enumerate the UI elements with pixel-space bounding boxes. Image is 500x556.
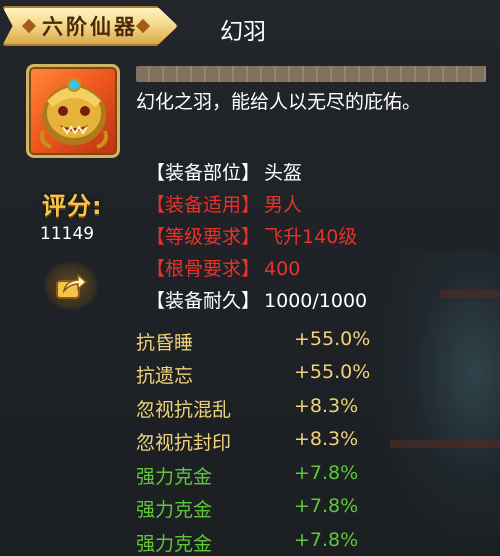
attribute-row: 【装备部位】 头盔: [146, 158, 302, 185]
bonus-name: 强力克金: [136, 499, 213, 521]
attribute-key: 【等级要求】: [146, 226, 261, 248]
bonus-value: +7.8%: [294, 495, 359, 517]
bonus-value: +7.8%: [294, 529, 359, 551]
bonus-value: +8.3%: [294, 428, 359, 450]
bonus-name: 强力克金: [136, 533, 213, 555]
ornament-icon: [135, 18, 151, 34]
rank-label: 六阶仙器: [42, 15, 138, 39]
item-icon-frame: [26, 64, 120, 158]
bonus-name: 强力克金: [136, 466, 213, 488]
attribute-key: 【装备耐久】: [146, 290, 261, 312]
bonus-value: +55.0%: [294, 328, 371, 350]
bonus-name: 忽视抗封印: [136, 432, 232, 454]
attribute-row: 【装备适用】 男人: [146, 190, 302, 217]
attribute-value: 头盔: [264, 162, 303, 184]
rank-tag: 六阶仙器: [2, 6, 178, 46]
attribute-row: 【等级要求】 飞升140级: [146, 222, 357, 249]
bonus-name: 抗昏睡: [136, 332, 194, 354]
share-arrow-icon: [56, 273, 88, 299]
attribute-key: 【根骨要求】: [146, 258, 261, 280]
bonus-name: 忽视抗混乱: [136, 399, 232, 421]
description-band: [136, 66, 486, 82]
score-value: 11149: [40, 224, 95, 244]
bonus-value: +8.3%: [294, 395, 359, 417]
bonus-value: +7.8%: [294, 462, 359, 484]
item-tooltip-panel: 六阶仙器 幻羽 幻化之羽，能给人以无尽的庇佑。 评分: 11149 【装备部位】…: [0, 0, 500, 556]
golden-lion-helmet-icon: [40, 78, 108, 149]
attribute-key: 【装备适用】: [146, 194, 261, 216]
score-label: 评分:: [42, 192, 103, 220]
attribute-value: 男人: [264, 194, 303, 216]
attribute-row: 【装备耐久】 1000/1000: [146, 286, 367, 313]
share-button[interactable]: [44, 262, 98, 310]
attribute-key: 【装备部位】: [146, 162, 261, 184]
item-name: 幻羽: [220, 19, 266, 45]
attribute-value: 400: [264, 258, 301, 280]
attribute-value: 1000/1000: [264, 290, 368, 312]
background-bar: [440, 290, 500, 298]
item-description: 幻化之羽，能给人以无尽的庇佑。: [136, 91, 422, 113]
background-bar: [390, 440, 500, 448]
attribute-value: 飞升140级: [264, 226, 358, 248]
ornament-icon: [21, 18, 37, 34]
bonus-name: 抗遗忘: [136, 365, 194, 387]
attribute-row: 【根骨要求】 400: [146, 254, 300, 281]
bonus-value: +55.0%: [294, 361, 371, 383]
